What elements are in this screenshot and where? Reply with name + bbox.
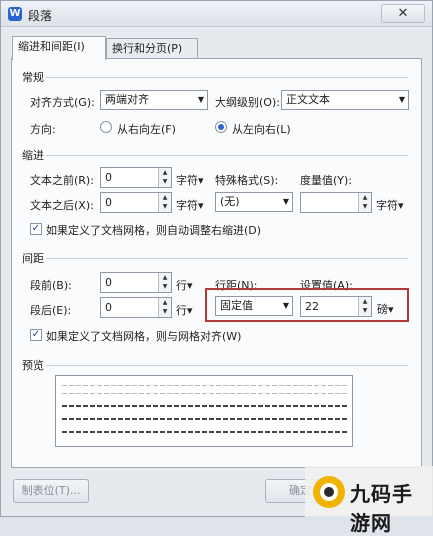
direction-ltr-radio[interactable]: [215, 121, 227, 133]
indent-before-unit-select[interactable]: 字符▾: [176, 172, 204, 188]
spacing-after-unit-select[interactable]: 行▾: [176, 302, 193, 318]
chevron-up-icon[interactable]: ▲: [359, 193, 371, 202]
spacing-before-unit-select[interactable]: 行▾: [176, 277, 193, 293]
divider: [46, 365, 408, 366]
chevron-down-icon[interactable]: ▼: [159, 282, 171, 291]
chevron-down-icon: ▼: [282, 197, 289, 206]
wps-app-icon: W: [8, 7, 22, 21]
divider: [46, 258, 408, 259]
divider: [46, 77, 408, 78]
outline-level-value: 正文文本: [286, 93, 330, 106]
spin-buttons[interactable]: ▲ ▼: [158, 168, 171, 187]
special-format-value: (无): [220, 195, 240, 208]
indent-before-label: 文本之前(R):: [30, 174, 94, 187]
indent-grid-checkbox-label[interactable]: 如果定义了文档网格，则自动调整右缩进(D): [46, 222, 261, 238]
indent-before-value: 0: [105, 171, 112, 184]
highlight-box: [205, 288, 409, 322]
measure-stepper[interactable]: ▲ ▼: [300, 192, 372, 213]
chevron-down-icon[interactable]: ▼: [159, 307, 171, 316]
indent-after-stepper[interactable]: 0 ▲ ▼: [100, 192, 172, 213]
special-format-select[interactable]: (无) ▼: [215, 192, 293, 212]
preview-current-line: [62, 418, 347, 420]
site-watermark-logo: 九码手游网: [305, 466, 433, 535]
alignment-select[interactable]: 两端对齐 ▼: [100, 90, 208, 110]
tab-stops-button[interactable]: 制表位(T)...: [13, 479, 89, 503]
spin-buttons[interactable]: ▲ ▼: [358, 193, 371, 212]
section-title-indent: 缩进: [22, 149, 44, 162]
alignment-value: 两端对齐: [105, 93, 149, 106]
indent-grid-checkbox[interactable]: ✓: [30, 223, 42, 235]
measure-label: 度量值(Y):: [300, 174, 353, 187]
section-title-preview: 预览: [22, 359, 44, 372]
tab-line-page-breaks[interactable]: 换行和分页(P): [106, 38, 198, 60]
chevron-down-icon[interactable]: ▼: [159, 177, 171, 186]
direction-rtl-label[interactable]: 从右向左(F): [117, 121, 176, 137]
spacing-after-label: 段后(E):: [30, 304, 72, 317]
outline-level-select[interactable]: 正文文本 ▼: [281, 90, 409, 110]
chevron-down-icon[interactable]: ▼: [159, 202, 171, 211]
spacing-grid-checkbox[interactable]: ✓: [30, 329, 42, 341]
preview-prev-line: [62, 385, 347, 386]
chevron-down-icon: ▼: [398, 95, 405, 104]
direction-ltr-label[interactable]: 从左向右(L): [232, 121, 291, 137]
preview-prev-line: [62, 393, 347, 394]
outline-level-label: 大纲级别(O):: [215, 96, 280, 109]
section-title-spacing: 间距: [22, 252, 44, 265]
watermark-text: 九码手游网: [350, 482, 413, 535]
chevron-up-icon[interactable]: ▲: [159, 273, 171, 282]
spacing-before-value: 0: [105, 276, 112, 289]
spacing-before-stepper[interactable]: 0 ▲ ▼: [100, 272, 172, 293]
direction-rtl-radio[interactable]: [100, 121, 112, 133]
direction-label: 方向:: [30, 123, 56, 136]
preview-current-line: [62, 405, 347, 407]
measure-unit-select[interactable]: 字符▾: [376, 197, 404, 213]
spin-buttons[interactable]: ▲ ▼: [158, 273, 171, 292]
spin-buttons[interactable]: ▲ ▼: [158, 298, 171, 317]
indent-after-label: 文本之后(X):: [30, 199, 94, 212]
divider: [46, 155, 408, 156]
chevron-down-icon[interactable]: ▼: [359, 202, 371, 211]
title-bar: W 段落 ✕: [1, 1, 432, 27]
chevron-up-icon[interactable]: ▲: [159, 193, 171, 202]
spin-buttons[interactable]: ▲ ▼: [158, 193, 171, 212]
close-button[interactable]: ✕: [381, 4, 425, 23]
special-format-label: 特殊格式(S):: [215, 174, 279, 187]
chevron-up-icon[interactable]: ▲: [159, 298, 171, 307]
indent-after-unit-select[interactable]: 字符▾: [176, 197, 204, 213]
preview-current-line: [62, 431, 347, 433]
indent-after-value: 0: [105, 196, 112, 209]
tab-indent-spacing[interactable]: 缩进和间距(I): [12, 36, 106, 60]
spacing-after-value: 0: [105, 301, 112, 314]
section-title-general: 常规: [22, 71, 44, 84]
spacing-before-label: 段前(B):: [30, 279, 72, 292]
indent-before-stepper[interactable]: 0 ▲ ▼: [100, 167, 172, 188]
paragraph-preview: [55, 375, 353, 447]
chevron-down-icon: ▼: [197, 95, 204, 104]
spacing-grid-checkbox-label[interactable]: 如果定义了文档网格，则与网格对齐(W): [46, 328, 241, 344]
chevron-up-icon[interactable]: ▲: [159, 168, 171, 177]
dialog-title: 段落: [28, 9, 53, 23]
alignment-label: 对齐方式(G):: [30, 96, 95, 109]
spacing-after-stepper[interactable]: 0 ▲ ▼: [100, 297, 172, 318]
